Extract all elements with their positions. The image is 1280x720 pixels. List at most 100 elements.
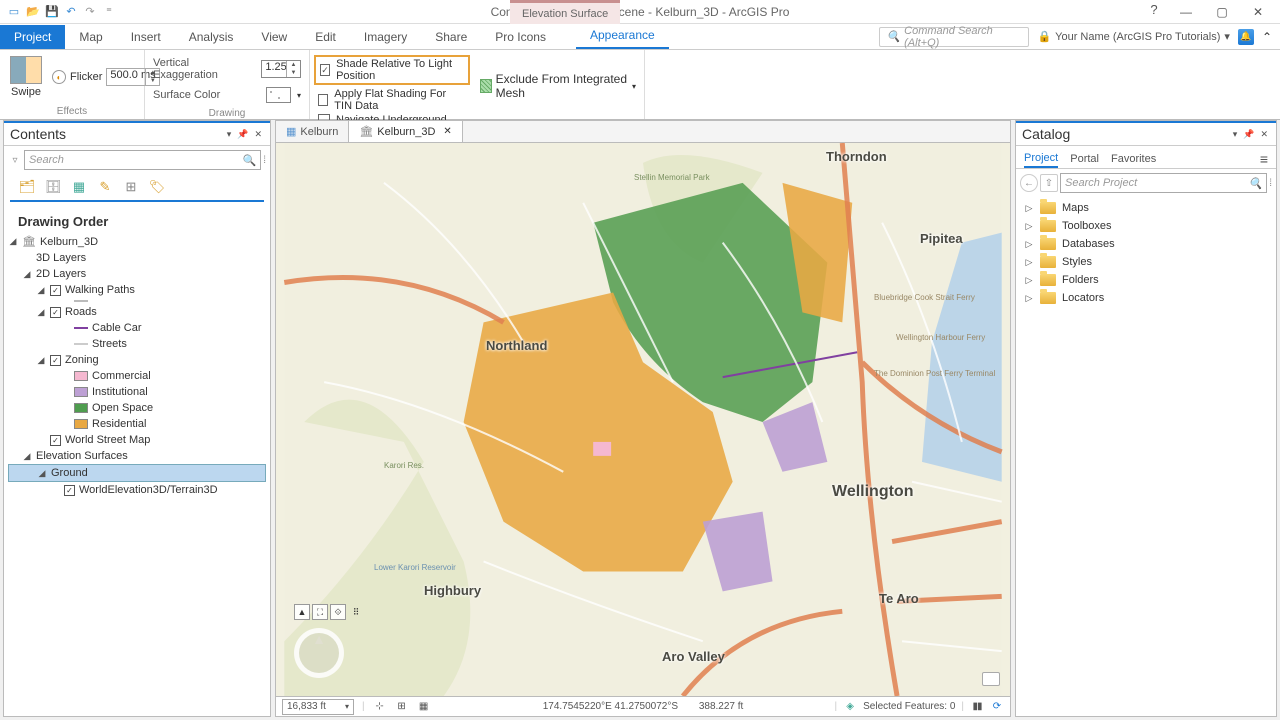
command-search[interactable]: 🔍Command Search (Alt+Q) xyxy=(879,27,1029,47)
map-icon: ▦ xyxy=(286,125,296,138)
selection-icon[interactable]: ◈ xyxy=(843,700,857,714)
catalog-folders[interactable]: ▷Folders xyxy=(1020,271,1272,289)
list-selection-icon[interactable]: ▦ xyxy=(70,178,88,196)
ribbon-tab-imagery[interactable]: Imagery xyxy=(350,25,421,49)
qat-new[interactable]: ▭ xyxy=(6,4,22,20)
list-drawing-order-icon[interactable]: 🗂 xyxy=(18,178,36,196)
nav-3d[interactable]: ⟐ xyxy=(330,604,346,620)
help-button[interactable]: ? xyxy=(1142,2,1166,22)
close-tab-icon[interactable]: ✕ xyxy=(443,126,451,137)
scale-selector[interactable]: 16,833 ft▾ xyxy=(282,699,354,715)
terrain-layer[interactable]: WorldElevation3D/Terrain3D xyxy=(8,482,266,498)
view-tab-kelburn[interactable]: ▦ Kelburn xyxy=(276,121,349,142)
catalog-databases[interactable]: ▷Databases xyxy=(1020,235,1272,253)
catalog-styles[interactable]: ▷Styles xyxy=(1020,253,1272,271)
contents-dropdown[interactable]: ▾ xyxy=(225,129,234,140)
list-source-icon[interactable]: 🗄 xyxy=(44,178,62,196)
list-snapping-icon[interactable]: ⊞ xyxy=(122,178,140,196)
notifications-button[interactable]: 🔔 xyxy=(1238,29,1254,45)
sb-constraints-icon[interactable]: ▦ xyxy=(417,700,431,714)
vert-exag-input[interactable]: 1.25 ▲▼ xyxy=(261,60,301,78)
sb-grid-icon[interactable]: ⊞ xyxy=(395,700,409,714)
sb-snap-icon[interactable]: ⊹ xyxy=(373,700,387,714)
surface-color-picker[interactable] xyxy=(266,87,291,103)
contents-tools: 🗂 🗄 ▦ ✎ ⊞ 🏷 xyxy=(10,174,264,202)
nav-more[interactable]: ⠿ xyxy=(348,604,364,620)
contents-pin[interactable]: 📌 xyxy=(235,129,250,140)
drawing-order-heading: Drawing Order xyxy=(8,210,266,233)
shade-relative-check[interactable]: Shade Relative To Light Position xyxy=(314,55,470,85)
catalog-search-menu[interactable]: ⁞ xyxy=(1269,178,1272,189)
search-icon: 🔍 xyxy=(243,154,257,167)
contents-close[interactable]: ✕ xyxy=(252,129,264,140)
group-drawing: Drawing xyxy=(153,106,301,119)
ground-surface[interactable]: ◢Ground xyxy=(8,464,266,482)
refresh-drawing[interactable]: ⟳ xyxy=(990,700,1004,714)
overview-toggle[interactable] xyxy=(982,672,1000,686)
filter-icon[interactable]: ▿ xyxy=(8,153,22,167)
swipe-button[interactable]: Swipe xyxy=(8,54,44,100)
ribbon-tab-view[interactable]: View xyxy=(247,25,301,49)
layer-zoning[interactable]: ◢Zoning xyxy=(8,352,266,368)
group-effects: Effects xyxy=(8,104,136,117)
ribbon-tab-insert[interactable]: Insert xyxy=(117,25,175,49)
scene-viewport[interactable]: Thorndon Pipitea Northland Wellington Te… xyxy=(275,142,1011,697)
catalog-tab-favorites[interactable]: Favorites xyxy=(1111,151,1156,167)
view-tab-kelburn3d[interactable]: 🏛 Kelburn_3D ✕ xyxy=(349,121,462,142)
catalog-back[interactable]: ← xyxy=(1020,174,1038,192)
catalog-up[interactable]: ⇧ xyxy=(1040,174,1058,192)
maximize-button[interactable]: ▢ xyxy=(1206,2,1238,22)
catalog-locators[interactable]: ▷Locators xyxy=(1020,289,1272,307)
catalog-menu[interactable]: ≡ xyxy=(1260,151,1268,167)
list-labeling-icon[interactable]: 🏷 xyxy=(148,178,166,196)
ribbon-tab-map[interactable]: Map xyxy=(65,25,116,49)
qat-redo[interactable]: ↷ xyxy=(82,4,98,20)
catalog-maps[interactable]: ▷Maps xyxy=(1020,199,1272,217)
elevation-surfaces-group[interactable]: ◢Elevation Surfaces xyxy=(8,448,266,464)
collapse-ribbon[interactable]: ⌃ xyxy=(1262,30,1272,44)
qat-save[interactable]: 💾 xyxy=(44,4,60,20)
catalog-dropdown[interactable]: ▾ xyxy=(1231,129,1240,140)
catalog-toolboxes[interactable]: ▷Toolboxes xyxy=(1020,217,1272,235)
catalog-tab-project[interactable]: Project xyxy=(1024,150,1058,168)
layer-walking[interactable]: ◢Walking Paths xyxy=(8,282,266,298)
scene-icon: 🏛 xyxy=(22,235,36,248)
catalog-close[interactable]: ✕ xyxy=(1258,129,1270,140)
close-button[interactable]: ✕ xyxy=(1242,2,1274,22)
contextual-tab-elevation[interactable]: Elevation Surface xyxy=(510,0,620,24)
nav-full[interactable]: ⛶ xyxy=(312,604,328,620)
list-editing-icon[interactable]: ✎ xyxy=(96,178,114,196)
2d-layers-group[interactable]: ◢2D Layers xyxy=(8,266,266,282)
flat-shading-check[interactable]: Apply Flat Shading For TIN Data xyxy=(318,88,466,112)
ribbon-tab-share[interactable]: Share xyxy=(421,25,481,49)
compass[interactable] xyxy=(294,628,344,678)
pause-drawing[interactable]: ▮▮ xyxy=(970,700,984,714)
ribbon-tab-analysis[interactable]: Analysis xyxy=(175,25,248,49)
legend-institutional: Institutional xyxy=(8,384,266,400)
catalog-tab-portal[interactable]: Portal xyxy=(1070,151,1099,167)
scene-icon: 🏛 xyxy=(359,125,373,138)
catalog-title: Catalog xyxy=(1022,126,1070,142)
ribbon-tab-edit[interactable]: Edit xyxy=(301,25,350,49)
exclude-mesh-button[interactable]: Exclude From Integrated Mesh ▾ xyxy=(480,72,636,100)
layer-roads[interactable]: ◢Roads xyxy=(8,304,266,320)
qat-customize[interactable]: ⁼ xyxy=(101,4,117,20)
search-menu[interactable]: ⁞ xyxy=(263,155,266,166)
user-menu[interactable]: 🔒 Your Name (ArcGIS Pro Tutorials)▾ xyxy=(1037,30,1230,43)
surface-color-dropdown[interactable]: ▾ xyxy=(297,91,301,100)
search-icon: 🔍 xyxy=(1249,177,1263,190)
minimize-button[interactable]: — xyxy=(1170,2,1202,22)
ribbon-tab-proicons[interactable]: Pro Icons xyxy=(481,25,560,49)
nav-north[interactable]: ▲ xyxy=(294,604,310,620)
layer-basemap[interactable]: World Street Map xyxy=(8,432,266,448)
selected-count: Selected Features: 0 xyxy=(863,701,955,712)
catalog-search[interactable]: Search Project 🔍 xyxy=(1060,173,1267,193)
catalog-pin[interactable]: 📌 xyxy=(1241,129,1256,140)
qat-open[interactable]: 📂 xyxy=(25,4,41,20)
contents-search[interactable]: Search 🔍 xyxy=(24,150,261,170)
ribbon-tab-project[interactable]: Project xyxy=(0,25,65,49)
ribbon-tab-appearance[interactable]: Appearance xyxy=(576,23,669,49)
scene-item[interactable]: ◢ 🏛 Kelburn_3D xyxy=(8,233,266,250)
3d-layers-group[interactable]: 3D Layers xyxy=(8,250,266,266)
qat-undo[interactable]: ↶ xyxy=(63,4,79,20)
